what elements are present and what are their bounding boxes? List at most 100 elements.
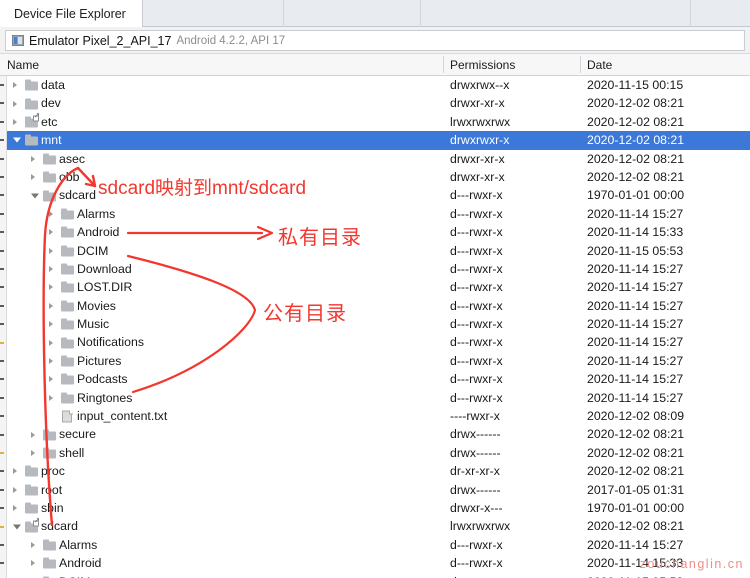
tree-row[interactable]: mntdrwxrwxr-x2020-12-02 08:21 xyxy=(7,131,750,149)
chevron-right-icon[interactable] xyxy=(31,432,35,438)
folder-icon xyxy=(61,208,74,219)
folder-icon xyxy=(61,264,74,275)
gutter-tick xyxy=(0,415,4,417)
tree-row-name: input_content.txt xyxy=(77,407,167,425)
tree-row[interactable]: datadrwxrwx--x2020-11-15 00:15 xyxy=(7,76,750,94)
chevron-down-icon[interactable] xyxy=(31,193,39,198)
tree-row-name: etc xyxy=(41,113,57,131)
chevron-right-icon[interactable] xyxy=(49,321,53,327)
tree-row[interactable]: shelldrwx------2020-12-02 08:21 xyxy=(7,444,750,462)
tree-row-name: Android xyxy=(59,554,101,572)
chevron-right-icon[interactable] xyxy=(49,211,53,217)
tree-row[interactable]: securedrwx------2020-12-02 08:21 xyxy=(7,425,750,443)
tree-row-date: 2020-11-14 15:27 xyxy=(587,260,683,278)
chevron-right-icon[interactable] xyxy=(31,156,35,162)
chevron-right-icon[interactable] xyxy=(13,487,17,493)
chevron-right-icon[interactable] xyxy=(31,450,35,456)
file-tree[interactable]: datadrwxrwx--x2020-11-15 00:15devdrwxr-x… xyxy=(7,76,750,578)
tree-row[interactable]: Musicd---rwxr-x2020-11-14 15:27 xyxy=(7,315,750,333)
chevron-right-icon[interactable] xyxy=(49,266,53,272)
tree-row[interactable]: devdrwxr-xr-x2020-12-02 08:21 xyxy=(7,94,750,112)
chevron-right-icon[interactable] xyxy=(49,358,53,364)
tree-row[interactable]: Alarmsd---rwxr-x2020-11-14 15:27 xyxy=(7,205,750,223)
tree-row[interactable]: etclrwxrwxrwx2020-12-02 08:21 xyxy=(7,113,750,131)
folder-icon xyxy=(25,503,38,514)
tree-row[interactable]: obbdrwxr-xr-x2020-12-02 08:21 xyxy=(7,168,750,186)
tree-row-permissions: drwxr-x--- xyxy=(450,499,503,517)
tree-row[interactable]: Picturesd---rwxr-x2020-11-14 15:27 xyxy=(7,352,750,370)
column-header-date[interactable]: Date xyxy=(580,54,750,75)
folder-icon xyxy=(25,98,38,109)
chevron-right-icon[interactable] xyxy=(49,284,53,290)
chevron-right-icon[interactable] xyxy=(13,119,17,125)
tree-row[interactable]: Androidd---rwxr-x2020-11-14 15:33 xyxy=(7,554,750,572)
tree-row-date: 2020-11-14 15:27 xyxy=(587,370,683,388)
chevron-right-icon[interactable] xyxy=(49,376,53,382)
folder-icon xyxy=(43,172,56,183)
column-header-permissions[interactable]: Permissions xyxy=(443,54,580,75)
tree-row-name: Movies xyxy=(77,297,116,315)
chevron-right-icon[interactable] xyxy=(31,174,35,180)
tree-row[interactable]: sbindrwxr-x---1970-01-01 00:00 xyxy=(7,499,750,517)
tree-row[interactable]: Alarmsd---rwxr-x2020-11-14 15:27 xyxy=(7,536,750,554)
tree-row-permissions: d---rwxr-x xyxy=(450,205,503,223)
chevron-right-icon[interactable] xyxy=(13,468,17,474)
gutter-tick xyxy=(0,323,4,325)
tree-row[interactable]: DCIMd---rwxr-x2020-11-15 05:53 xyxy=(7,573,750,578)
chevron-right-icon[interactable] xyxy=(31,542,35,548)
column-header-name[interactable]: Name xyxy=(0,54,443,75)
tree-row-date: 2020-12-02 08:21 xyxy=(587,94,684,112)
tree-row[interactable]: procdr-xr-xr-x2020-12-02 08:21 xyxy=(7,462,750,480)
tree-row[interactable]: rootdrwx------2017-01-05 01:31 xyxy=(7,481,750,499)
gutter-tick xyxy=(0,397,4,399)
tree-row[interactable]: Androidd---rwxr-x2020-11-14 15:33 xyxy=(7,223,750,241)
device-dropdown[interactable]: Emulator Pixel_2_API_17 Android 4.2.2, A… xyxy=(5,30,745,51)
folder-icon xyxy=(61,356,74,367)
left-gutter[interactable] xyxy=(0,76,7,578)
chevron-right-icon[interactable] xyxy=(49,248,53,254)
tree-row[interactable]: Downloadd---rwxr-x2020-11-14 15:27 xyxy=(7,260,750,278)
tree-row-permissions: d---rwxr-x xyxy=(450,573,503,578)
chevron-down-icon[interactable] xyxy=(13,138,21,143)
tree-row[interactable]: Moviesd---rwxr-x2020-11-14 15:27 xyxy=(7,297,750,315)
tree-row-date: 2020-12-02 08:21 xyxy=(587,150,684,168)
chevron-right-icon[interactable] xyxy=(13,505,17,511)
tree-row[interactable]: sdcardlrwxrwxrwx2020-12-02 08:21 xyxy=(7,517,750,535)
chevron-right-icon[interactable] xyxy=(31,560,35,566)
tree-row-permissions: d---rwxr-x xyxy=(450,554,503,572)
tree-row[interactable]: DCIMd---rwxr-x2020-11-15 05:53 xyxy=(7,242,750,260)
tree-row[interactable]: input_content.txt----rwxr-x2020-12-02 08… xyxy=(7,407,750,425)
gutter-tick xyxy=(0,342,4,344)
folder-icon xyxy=(61,282,74,293)
tree-row[interactable]: Notificationsd---rwxr-x2020-11-14 15:27 xyxy=(7,333,750,351)
chevron-right-icon[interactable] xyxy=(49,229,53,235)
tree-row-permissions: d---rwxr-x xyxy=(450,333,503,351)
chevron-right-icon[interactable] xyxy=(49,395,53,401)
tree-row-permissions: drwxrwx--x xyxy=(450,76,509,94)
tree-row[interactable]: asecdrwxr-xr-x2020-12-02 08:21 xyxy=(7,150,750,168)
chevron-right-icon[interactable] xyxy=(13,82,17,88)
tab-strip: Device File Explorer xyxy=(0,0,750,27)
device-name: Emulator Pixel_2_API_17 xyxy=(29,34,171,48)
tree-row[interactable]: Podcastsd---rwxr-x2020-11-14 15:27 xyxy=(7,370,750,388)
chevron-right-icon[interactable] xyxy=(13,101,17,107)
tree-row[interactable]: Ringtonesd---rwxr-x2020-11-14 15:27 xyxy=(7,389,750,407)
folder-link-icon xyxy=(25,521,38,532)
chevron-right-icon[interactable] xyxy=(49,340,53,346)
chevron-right-icon[interactable] xyxy=(49,303,53,309)
tree-row-date: 2020-11-14 15:33 xyxy=(587,223,683,241)
tab-device-file-explorer[interactable]: Device File Explorer xyxy=(0,0,143,27)
chevron-down-icon[interactable] xyxy=(13,524,21,529)
folder-icon xyxy=(61,319,74,330)
tree-row-date: 2020-12-02 08:21 xyxy=(587,462,684,480)
gutter-tick xyxy=(0,378,4,380)
tree-row-permissions: drwx------ xyxy=(450,444,501,462)
tree-row-permissions: lrwxrwxrwx xyxy=(450,517,510,535)
tree-row[interactable]: sdcardd---rwxr-x1970-01-01 00:00 xyxy=(7,186,750,204)
tree-row[interactable]: LOST.DIRd---rwxr-x2020-11-14 15:27 xyxy=(7,278,750,296)
tree-row-permissions: drwxrwxr-x xyxy=(450,131,509,149)
tree-row-permissions: d---rwxr-x xyxy=(450,297,503,315)
gutter-tick xyxy=(0,268,4,270)
gutter-tick xyxy=(0,121,4,123)
tree-row-permissions: drwxr-xr-x xyxy=(450,94,505,112)
